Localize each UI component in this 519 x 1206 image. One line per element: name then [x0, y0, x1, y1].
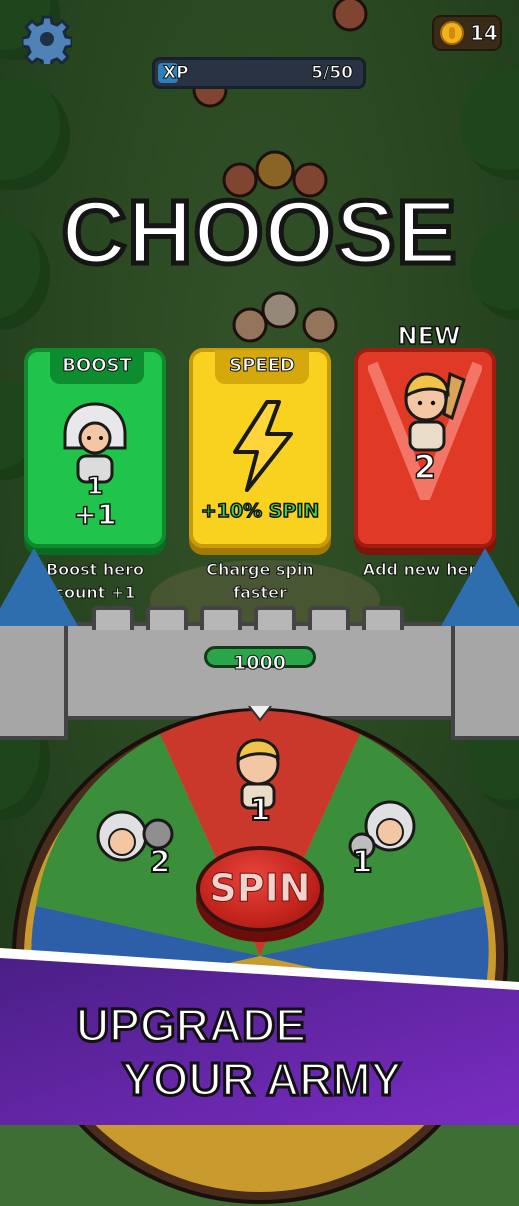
xp-label: XP — [163, 63, 190, 84]
choose-title: CHOOSE — [59, 181, 459, 286]
tower-roof-left — [0, 548, 78, 626]
boost-count: 1 — [86, 471, 104, 501]
speed-bonus: +10% SPIN — [200, 499, 320, 523]
banner-line-1: UPGRADE — [74, 998, 307, 1053]
spin-button-label: SPIN — [209, 866, 311, 911]
speed-card[interactable]: SPEED +10% SPIN — [189, 348, 331, 548]
coin-icon — [440, 21, 464, 45]
merlon — [254, 606, 296, 630]
caption-line: Charge spin — [206, 560, 315, 580]
coin-counter: 14 — [432, 15, 502, 51]
merlon — [92, 606, 134, 630]
new-label: NEW — [397, 321, 461, 351]
settings-gear-icon[interactable] — [22, 14, 72, 64]
banner-line-2: YOUR ARMY — [120, 1052, 402, 1107]
caption-line: faster — [233, 583, 288, 603]
xp-value: 5/50 — [311, 63, 354, 84]
new-hero-count: 2 — [413, 447, 437, 487]
speed-ribbon: SPEED — [215, 350, 309, 384]
merlon — [146, 606, 188, 630]
lightning-bolt-icon — [233, 400, 293, 492]
tower-roof-right — [441, 548, 519, 626]
boost-bonus: +1 — [73, 497, 117, 532]
swordsman-hero-icon — [404, 371, 466, 452]
wheel-count-1: 1 — [250, 793, 271, 828]
xp-bar: XP 5/50 — [152, 57, 366, 89]
wheel-count-3: 1 — [352, 845, 373, 880]
boost-ribbon: BOOST — [50, 350, 144, 384]
castle-hp-value: 1000 — [233, 652, 287, 675]
wheel-count-2: 2 — [150, 845, 171, 880]
merlon — [200, 606, 242, 630]
merlon — [308, 606, 350, 630]
new-hero-card[interactable]: NEW 2 — [354, 321, 496, 548]
boost-card[interactable]: BOOST 1 +1 — [24, 348, 166, 548]
merlon — [362, 606, 404, 630]
coin-value: 14 — [470, 21, 499, 46]
speed-caption: Charge spin faster — [185, 558, 335, 604]
spin-button[interactable]: SPIN — [196, 846, 324, 932]
